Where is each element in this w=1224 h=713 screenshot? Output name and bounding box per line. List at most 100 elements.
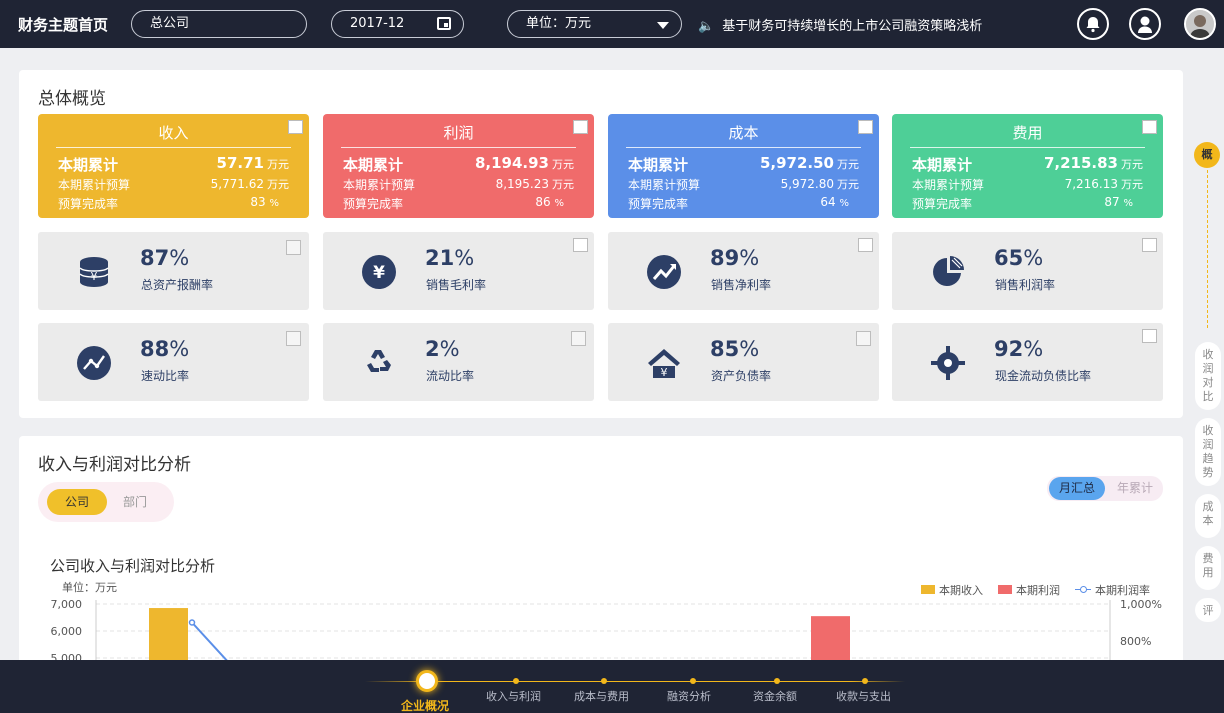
stat-budget-label: 本期累计预算 (343, 178, 416, 192)
top-bar: 财务主题首页 总公司 2017-12 单位：万元 🔈 基于财务可持续增长的上市公司… (0, 0, 1224, 48)
yearly-cumulative-button[interactable]: 年累计 (1117, 477, 1153, 500)
timeline-dot (601, 678, 607, 684)
kpi-value: 21% (425, 246, 475, 270)
kpi-card[interactable]: 2% 流动比率 (323, 323, 594, 401)
app-title: 财务主题首页 (18, 16, 109, 34)
y2-tick-label: 1,000% (1120, 598, 1162, 611)
line-chart-icon (76, 345, 112, 381)
kpi-value: 88% (140, 337, 190, 361)
stat-rate-label: 预算完成率 (58, 197, 119, 211)
kpi-label: 销售净利率 (711, 278, 772, 292)
stat-current-label: 本期累计 (343, 156, 404, 174)
stat-budget-label: 本期累计预算 (58, 178, 131, 192)
stat-budget-value: 8,195.23 万元 (495, 177, 574, 191)
stat-current-value: 8,194.93 万元 (474, 154, 574, 172)
timeline-dot (513, 678, 519, 684)
legend-line-icon (1075, 585, 1091, 594)
checkbox-icon[interactable] (286, 240, 301, 255)
stat-card[interactable]: 费用 本期累计 7,215.83 万元 本期累计预算 7,216.13 万元 预算完成率 87 … (892, 114, 1163, 218)
checkbox-icon[interactable] (286, 331, 301, 346)
rightnav-label: 成本 (1202, 500, 1214, 527)
kpi-card[interactable]: 88% 速动比率 (38, 323, 309, 401)
kpi-card[interactable]: ¥85% 资产负债率 (608, 323, 879, 401)
stat-rate-label: 预算完成率 (912, 197, 973, 211)
user-profile-button[interactable] (1129, 8, 1161, 40)
rightnav-overview[interactable]: 概 (1194, 142, 1220, 168)
calendar-icon (437, 17, 451, 30)
avatar[interactable] (1184, 8, 1216, 40)
kpi-card[interactable]: 92% 现金流动负债比率 (892, 323, 1163, 401)
stat-budget-label: 本期累计预算 (912, 178, 985, 192)
kpi-label: 流动比率 (426, 369, 475, 383)
svg-text:¥: ¥ (91, 270, 98, 283)
kpi-value: 85% (710, 337, 760, 361)
kpi-card[interactable]: ¥87% 总资产报酬率 (38, 232, 309, 310)
timeline-dot (690, 678, 696, 684)
bottom-nav-item[interactable]: 企业概况 (401, 697, 449, 713)
rightnav-line (1207, 170, 1208, 328)
stat-card[interactable]: 收入 本期累计 57.71 万元 本期累计预算 5,771.62 万元 预算完成率 83 % (38, 114, 309, 218)
broken-image-icon (858, 238, 873, 252)
broken-image-icon (573, 238, 588, 252)
stat-current-value: 7,215.83 万元 (1043, 154, 1143, 172)
chart-title: 公司收入与利润对比分析 (50, 557, 216, 575)
scope-department-button[interactable]: 部门 (123, 489, 147, 515)
checkbox-icon[interactable] (571, 331, 586, 346)
monthly-summary-button[interactable]: 月汇总 (1049, 477, 1105, 500)
kpi-card[interactable]: 89% 销售净利率 (608, 232, 879, 310)
stat-rate-label: 预算完成率 (628, 197, 689, 211)
stat-head: 收入 (158, 124, 189, 142)
bottom-nav-item[interactable]: 融资分析 (667, 688, 711, 704)
y-tick-label: 6,000 (51, 625, 83, 638)
kpi-card[interactable]: ¥21% 销售毛利率 (323, 232, 594, 310)
legend-swatch (921, 585, 935, 594)
rightnav-label: 评 (1202, 604, 1214, 617)
stat-card[interactable]: 成本 本期累计 5,972.50 万元 本期累计预算 5,972.80 万元 预算完成率 64 … (608, 114, 879, 218)
stat-rate-value: 83 % (250, 195, 279, 209)
stat-rate-value: 64 % (820, 195, 849, 209)
profit-bar (811, 616, 850, 660)
company-value: 总公司 (150, 16, 190, 31)
stat-budget-value: 5,771.62 万元 (210, 177, 289, 191)
bottom-nav-item[interactable]: 资金余额 (753, 688, 797, 704)
rightnav-item-income-profit[interactable]: 收润对比 (1195, 342, 1221, 410)
broken-image-icon (288, 120, 303, 134)
checkbox-icon[interactable] (856, 331, 871, 346)
analysis-title: 收入与利润对比分析 (38, 455, 191, 475)
stat-rate-value: 87 % (1104, 195, 1133, 209)
bottom-nav-item[interactable]: 成本与费用 (574, 688, 629, 704)
kpi-label: 销售毛利率 (426, 278, 487, 292)
bottom-nav-item[interactable]: 收入与利润 (486, 688, 541, 704)
broken-image-icon (1142, 238, 1157, 252)
scope-company-button[interactable]: 公司 (47, 489, 107, 515)
bottom-nav-item[interactable]: 收款与支出 (836, 688, 891, 704)
timeline-line (365, 681, 905, 682)
period-toggle: 月汇总 年累计 (1047, 476, 1163, 501)
notification-button[interactable] (1077, 8, 1109, 40)
avatar-icon (1186, 10, 1214, 38)
svg-text:¥: ¥ (373, 263, 385, 283)
period-picker[interactable]: 2017-12 (331, 10, 464, 38)
broken-image-icon (1142, 120, 1157, 134)
stat-card[interactable]: 利润 本期累计 8,194.93 万元 本期累计预算 8,195.23 万元 预算完成率 86 … (323, 114, 594, 218)
unit-select[interactable]: 单位：万元 (507, 10, 682, 38)
timeline-dot (774, 678, 780, 684)
user-icon (1138, 16, 1152, 33)
rightnav-item-trend[interactable]: 收润趋势 (1195, 418, 1221, 486)
rightnav-item-expense[interactable]: 费用 (1195, 546, 1221, 590)
trend-up-icon (646, 254, 682, 290)
rightnav-item-cost[interactable]: 成本 (1195, 494, 1221, 538)
stat-head: 成本 (728, 124, 759, 142)
recycle-icon (361, 345, 397, 381)
income-profit-chart: 7,000 6,000 5,000 1,000% 800% (51, 598, 1162, 660)
kpi-card[interactable]: 65% 销售利润率 (892, 232, 1163, 310)
kpi-label: 资产负债率 (711, 369, 772, 383)
company-input[interactable]: 总公司 (131, 10, 307, 38)
unit-value: 单位：万元 (526, 16, 592, 31)
notice-ticker[interactable]: 🔈 基于财务可持续增长的上市公司融资策略浅析 (698, 15, 982, 34)
stat-budget-value: 7,216.13 万元 (1064, 177, 1143, 191)
rightnav-item-evaluation[interactable]: 评 (1195, 598, 1221, 622)
svg-text:¥: ¥ (661, 366, 668, 379)
divider (626, 147, 861, 148)
income-bar (149, 608, 188, 660)
